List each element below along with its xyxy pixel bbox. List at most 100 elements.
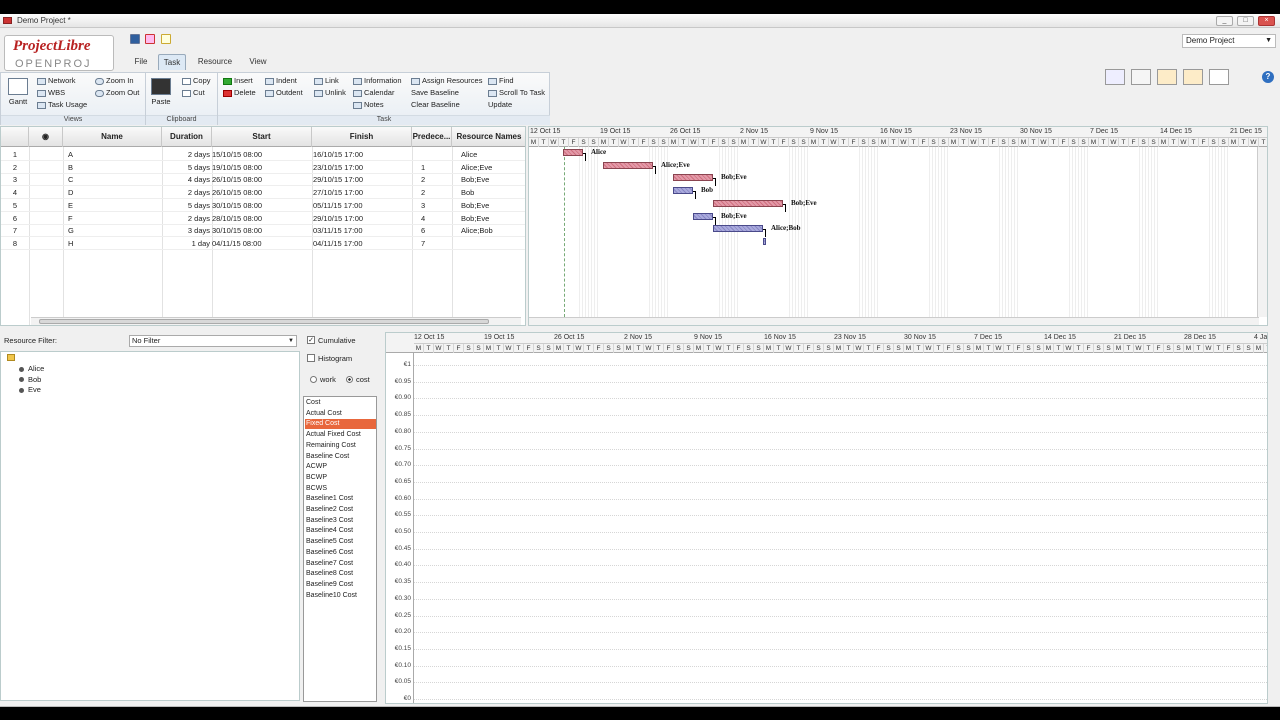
- gantt-bar-c[interactable]: [673, 174, 713, 182]
- cost-field-item[interactable]: Cost: [305, 398, 376, 408]
- gantt-bar-h[interactable]: [763, 237, 766, 245]
- gantt-bar-g[interactable]: [713, 225, 763, 233]
- cost-radio[interactable]: [346, 376, 353, 383]
- table-row[interactable]: 2 B 5 days 19/10/15 08:00 23/10/15 17:00 1 Ali…: [1, 161, 525, 174]
- col-header-resource-names[interactable]: Resource Names: [452, 127, 525, 147]
- gantt-bar-a[interactable]: [563, 149, 583, 156]
- cost-field-item[interactable]: Baseline9 Cost: [305, 580, 376, 590]
- edit-view-icon[interactable]: [1131, 69, 1151, 85]
- cost-field-item[interactable]: Baseline8 Cost: [305, 569, 376, 579]
- cost-field-item[interactable]: BCWS: [305, 484, 376, 494]
- cut-button[interactable]: Cut: [182, 87, 205, 98]
- cost-field-item[interactable]: Baseline6 Cost: [305, 548, 376, 558]
- cost-field-list[interactable]: Cost Actual Cost Fixed Cost Actual Fixed Co…: [303, 396, 377, 702]
- gantt-vscroll[interactable]: [1257, 147, 1267, 317]
- cost-field-item[interactable]: Baseline1 Cost: [305, 494, 376, 504]
- notes-button[interactable]: Notes: [353, 99, 384, 110]
- tab-view[interactable]: View: [244, 54, 272, 70]
- blank-view-icon[interactable]: [1209, 69, 1229, 85]
- table-row[interactable]: 5 E 5 days 30/10/15 08:00 05/11/15 17:00 3 Bob…: [1, 199, 525, 212]
- gantt-bar-b[interactable]: [603, 161, 653, 169]
- gantt-chart[interactable]: 12 Oct 15 19 Oct 15 26 Oct 15 2 Nov 15 9 Nov…: [528, 126, 1268, 326]
- gantt-bar-d[interactable]: [673, 187, 693, 195]
- cost-field-item[interactable]: ACWP: [305, 462, 376, 472]
- tab-resource[interactable]: Resource: [194, 54, 236, 70]
- col-header-start[interactable]: Start: [212, 127, 312, 147]
- col-header-indicators[interactable]: ◉: [29, 127, 63, 147]
- work-radio[interactable]: [310, 376, 317, 383]
- table-row[interactable]: 4 D 2 days 26/10/15 08:00 27/10/15 17:00 2 Bob: [1, 186, 525, 200]
- histogram-checkbox[interactable]: [307, 354, 315, 362]
- table-row[interactable]: 6 F 2 days 28/10/15 08:00 29/10/15 17:00 4 Bob…: [1, 212, 525, 225]
- task-usage-button[interactable]: Task Usage: [37, 99, 87, 110]
- table-row[interactable]: 1 A 2 days 15/10/15 08:00 16/10/15 17:00 Alic…: [1, 148, 525, 161]
- resource-usage-chart[interactable]: 12 Oct 15 19 Oct 15 26 Oct 15 2 Nov 15 9 Nov…: [385, 332, 1268, 704]
- wbs-button[interactable]: WBS: [37, 87, 65, 98]
- cost-field-item[interactable]: Baseline5 Cost: [305, 537, 376, 547]
- cost-field-item[interactable]: Fixed Cost: [305, 419, 376, 430]
- resource-usage-view-icon[interactable]: [1183, 69, 1203, 85]
- col-header-name[interactable]: Name: [63, 127, 162, 147]
- network-button[interactable]: Network: [37, 75, 76, 86]
- resource-tree-item[interactable]: Bob: [19, 375, 41, 385]
- folder-icon[interactable]: [7, 354, 15, 361]
- outdent-button[interactable]: Outdent: [265, 87, 303, 98]
- find-button[interactable]: Find: [488, 75, 514, 86]
- cumulative-checkbox[interactable]: ✓: [307, 336, 315, 344]
- resource-tree-item[interactable]: Eve: [19, 385, 41, 395]
- close-button[interactable]: ×: [1258, 16, 1275, 26]
- table-row[interactable]: 8 H 1 day 04/11/15 08:00 04/11/15 17:00 7: [1, 237, 525, 250]
- table-row[interactable]: 3 C 4 days 26/10/15 08:00 29/10/15 17:00 2 Bob…: [1, 173, 525, 187]
- cost-field-item[interactable]: Baseline4 Cost: [305, 526, 376, 536]
- resource-filter-select[interactable]: No Filter ▼: [129, 335, 297, 347]
- cost-field-item[interactable]: BCWP: [305, 473, 376, 483]
- unlink-button[interactable]: Unlink: [314, 87, 346, 98]
- cost-field-item[interactable]: Baseline3 Cost: [305, 516, 376, 526]
- histogram-view-icon[interactable]: [1105, 69, 1125, 85]
- assign-resources-button[interactable]: Assign Resources: [411, 75, 482, 86]
- minimize-button[interactable]: _: [1216, 16, 1233, 26]
- copy-button[interactable]: Copy: [182, 75, 211, 86]
- table-row[interactable]: 7 G 3 days 30/10/15 08:00 03/11/15 17:00 6 Ali…: [1, 224, 525, 238]
- insert-button[interactable]: Insert: [223, 75, 253, 86]
- cost-field-item[interactable]: Actual Fixed Cost: [305, 430, 376, 440]
- projectlibre-logo[interactable]: ProjectLibre OPENPROJ: [4, 35, 114, 71]
- calendar-button[interactable]: Calendar: [353, 87, 394, 98]
- help-icon[interactable]: ?: [1262, 71, 1274, 83]
- zoom-in-button[interactable]: Zoom In: [95, 75, 134, 86]
- delete-button[interactable]: Delete: [223, 87, 256, 98]
- paste-button[interactable]: Paste: [149, 78, 173, 110]
- cost-field-item[interactable]: Baseline Cost: [305, 452, 376, 462]
- cost-field-item[interactable]: Actual Cost: [305, 409, 376, 419]
- undo-icon[interactable]: [145, 34, 155, 44]
- save-icon[interactable]: [130, 34, 140, 44]
- save-baseline-button[interactable]: Save Baseline: [411, 87, 459, 98]
- maximize-button[interactable]: □: [1237, 16, 1254, 26]
- clear-baseline-button[interactable]: Clear Baseline: [411, 99, 460, 110]
- indent-button[interactable]: Indent: [265, 75, 297, 86]
- zoom-out-button[interactable]: Zoom Out: [95, 87, 139, 98]
- cost-field-item[interactable]: Baseline7 Cost: [305, 559, 376, 569]
- resource-tree-item[interactable]: Alice: [19, 364, 44, 374]
- cost-field-item[interactable]: Remaining Cost: [305, 441, 376, 451]
- col-header-predecessors[interactable]: Predece...: [412, 127, 452, 147]
- gantt-bar-f[interactable]: [693, 212, 713, 220]
- scroll-to-task-button[interactable]: Scroll To Task: [488, 87, 545, 98]
- redo-icon[interactable]: [161, 34, 171, 44]
- col-header-id[interactable]: [1, 127, 29, 147]
- information-button[interactable]: Information: [353, 75, 402, 86]
- cost-field-item[interactable]: Baseline2 Cost: [305, 505, 376, 515]
- update-button[interactable]: Update: [488, 99, 512, 110]
- gantt-bar-e[interactable]: [713, 199, 783, 207]
- link-button[interactable]: Link: [314, 75, 339, 86]
- cost-field-item[interactable]: Baseline10 Cost: [305, 591, 376, 601]
- gantt-hscroll[interactable]: [529, 317, 1259, 325]
- tab-file[interactable]: File: [128, 54, 154, 70]
- task-usage-view-icon[interactable]: [1157, 69, 1177, 85]
- col-header-finish[interactable]: Finish: [312, 127, 412, 147]
- col-header-duration[interactable]: Duration: [162, 127, 212, 147]
- project-selector[interactable]: Demo Project ▼: [1182, 34, 1276, 48]
- gantt-button[interactable]: Gantt: [5, 78, 31, 110]
- tab-task[interactable]: Task: [158, 54, 186, 70]
- task-table-hscroll[interactable]: [31, 317, 521, 325]
